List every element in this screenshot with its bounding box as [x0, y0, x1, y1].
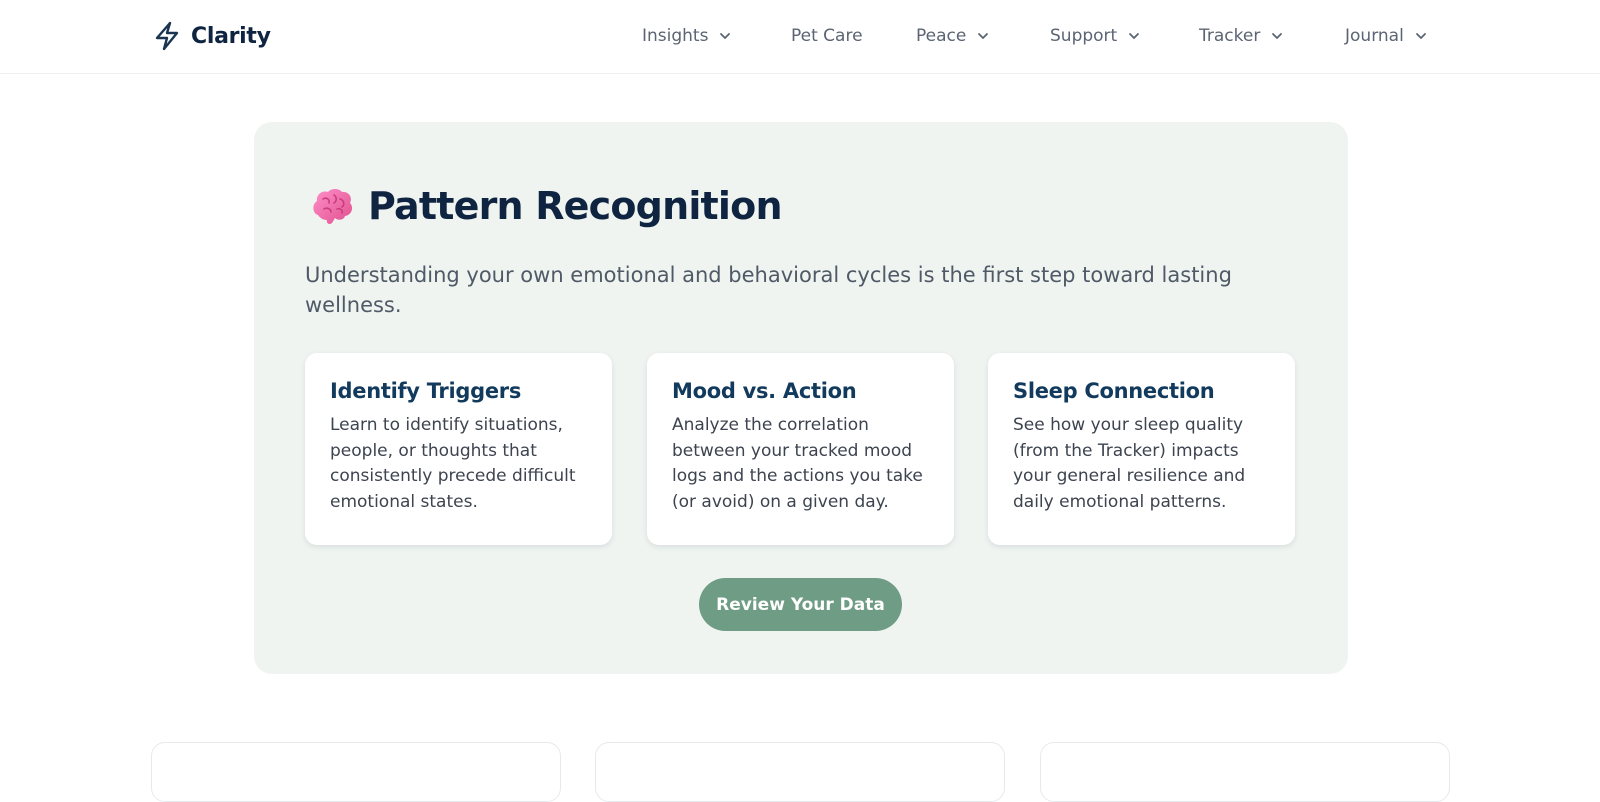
- nav-item-support[interactable]: Support: [1050, 24, 1141, 48]
- nav-item-label: Tracker: [1199, 26, 1261, 46]
- card-body: See how your sleep quality (from the Tra…: [1013, 415, 1246, 512]
- chevron-down-icon: [1415, 33, 1426, 39]
- lightning-icon: [155, 21, 179, 51]
- nav-item-journal[interactable]: Journal: [1345, 24, 1428, 48]
- review-your-data-button[interactable]: Review Your Data: [699, 578, 902, 631]
- top-navbar: Clarity Insights Pet Care Peace Support …: [0, 0, 1600, 74]
- card-body: Learn to identify situations, people, or…: [330, 415, 576, 512]
- bottom-card-1: [151, 742, 561, 802]
- chevron-down-icon: [720, 33, 731, 39]
- section-title: Pattern Recognition: [368, 184, 783, 228]
- section-heading: Pattern Recognition: [310, 184, 783, 228]
- card-body: Analyze the correlation between your tra…: [672, 415, 923, 512]
- nav-item-label: Support: [1050, 26, 1118, 46]
- feature-card-identify-triggers: Identify Triggers Learn to identify situ…: [305, 353, 612, 545]
- nav-item-label: Journal: [1345, 26, 1404, 46]
- card-title: Mood vs. Action: [672, 379, 857, 403]
- nav-item-peace[interactable]: Peace: [916, 24, 990, 48]
- nav-item-pet-care[interactable]: Pet Care: [791, 24, 863, 48]
- brand-logo[interactable]: Clarity: [153, 20, 271, 52]
- section-subtitle: Understanding your own emotional and beh…: [305, 263, 1232, 317]
- feature-card-sleep-connection: Sleep Connection See how your sleep qual…: [988, 353, 1295, 545]
- nav-item-tracker[interactable]: Tracker: [1199, 24, 1284, 48]
- brain-icon: [313, 189, 353, 224]
- bottom-card-3: [1040, 742, 1450, 802]
- chevron-down-icon: [978, 33, 989, 39]
- pattern-recognition-panel: Pattern Recognition Understanding your o…: [254, 122, 1348, 674]
- brand-name: Clarity: [191, 23, 271, 49]
- card-title: Identify Triggers: [330, 379, 522, 403]
- chevron-down-icon: [1129, 33, 1140, 39]
- nav-item-label: Insights: [642, 26, 709, 46]
- feature-card-mood-vs-action: Mood vs. Action Analyze the correlation …: [647, 353, 954, 545]
- nav-item-insights[interactable]: Insights: [642, 24, 732, 48]
- nav-item-label: Pet Care: [791, 26, 863, 46]
- card-title: Sleep Connection: [1013, 379, 1215, 403]
- bottom-card-2: [595, 742, 1005, 802]
- nav-item-label: Peace: [916, 26, 967, 46]
- chevron-down-icon: [1272, 33, 1283, 39]
